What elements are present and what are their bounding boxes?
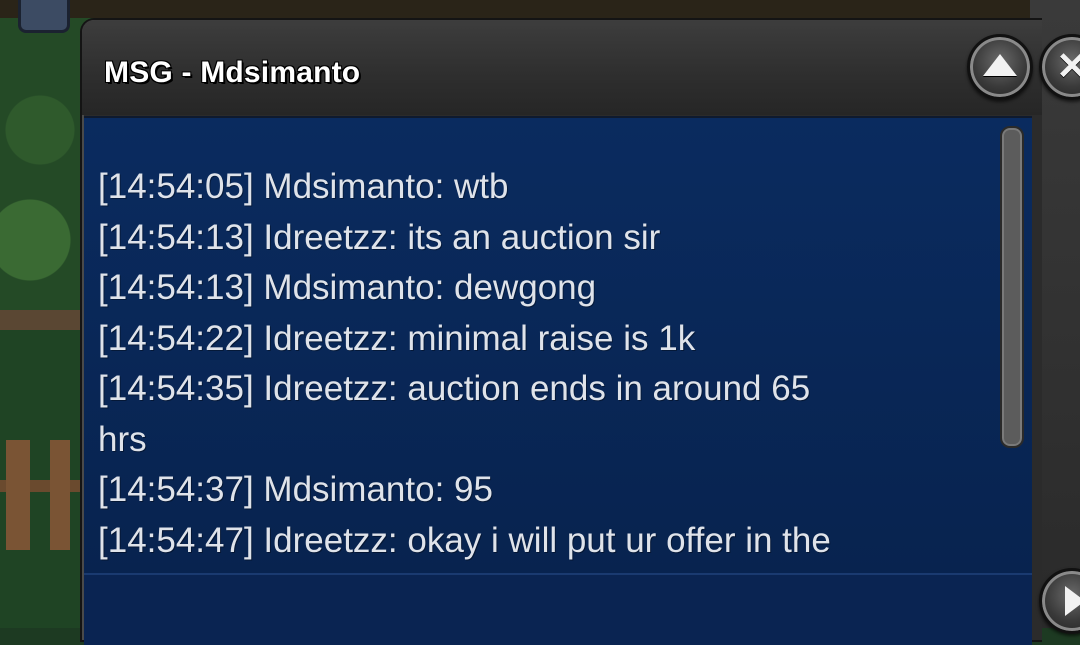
chat-message: [14:54:05] Mdsimanto: wtb: [98, 167, 509, 206]
chevron-up-icon: [983, 54, 1017, 76]
chevron-right-icon: [1065, 586, 1080, 616]
chat-message: hrs: [98, 419, 147, 459]
chat-log[interactable]: [14:54:05] Mdsimanto: wtb [14:54:13] Idr…: [84, 116, 1032, 573]
minimize-button[interactable]: [967, 34, 1033, 100]
chat-message: [14:54:47] Idreetzz: okay i will put ur …: [98, 520, 831, 560]
close-icon: ✕: [1056, 46, 1080, 88]
message-input-area[interactable]: [84, 573, 1032, 645]
window-title: MSG - Mdsimanto: [104, 56, 361, 89]
chat-message: [14:54:22] Idreetzz: minimal raise is 1k: [98, 318, 696, 358]
chat-messages: [14:54:05] Mdsimanto: wtb [14:54:13] Idr…: [98, 162, 988, 566]
fence-decoration: [0, 440, 84, 550]
player-sprite: [18, 0, 70, 33]
chat-message: [14:54:37] Mdsimanto: 95: [98, 470, 493, 509]
chat-message: [14:54:35] Idreetzz: auction ends in aro…: [98, 369, 811, 408]
message-window: MSG - Mdsimanto ✕ [14:54:05] Mdsimanto: …: [80, 18, 1080, 645]
chat-message: [14:54:13] Mdsimanto: dewgong: [98, 268, 597, 307]
chat-message: [14:54:13] Idreetzz: its an auction sir: [98, 217, 661, 257]
title-bar[interactable]: MSG - Mdsimanto ✕: [82, 20, 1080, 115]
chat-scrollbar[interactable]: [1000, 126, 1024, 448]
